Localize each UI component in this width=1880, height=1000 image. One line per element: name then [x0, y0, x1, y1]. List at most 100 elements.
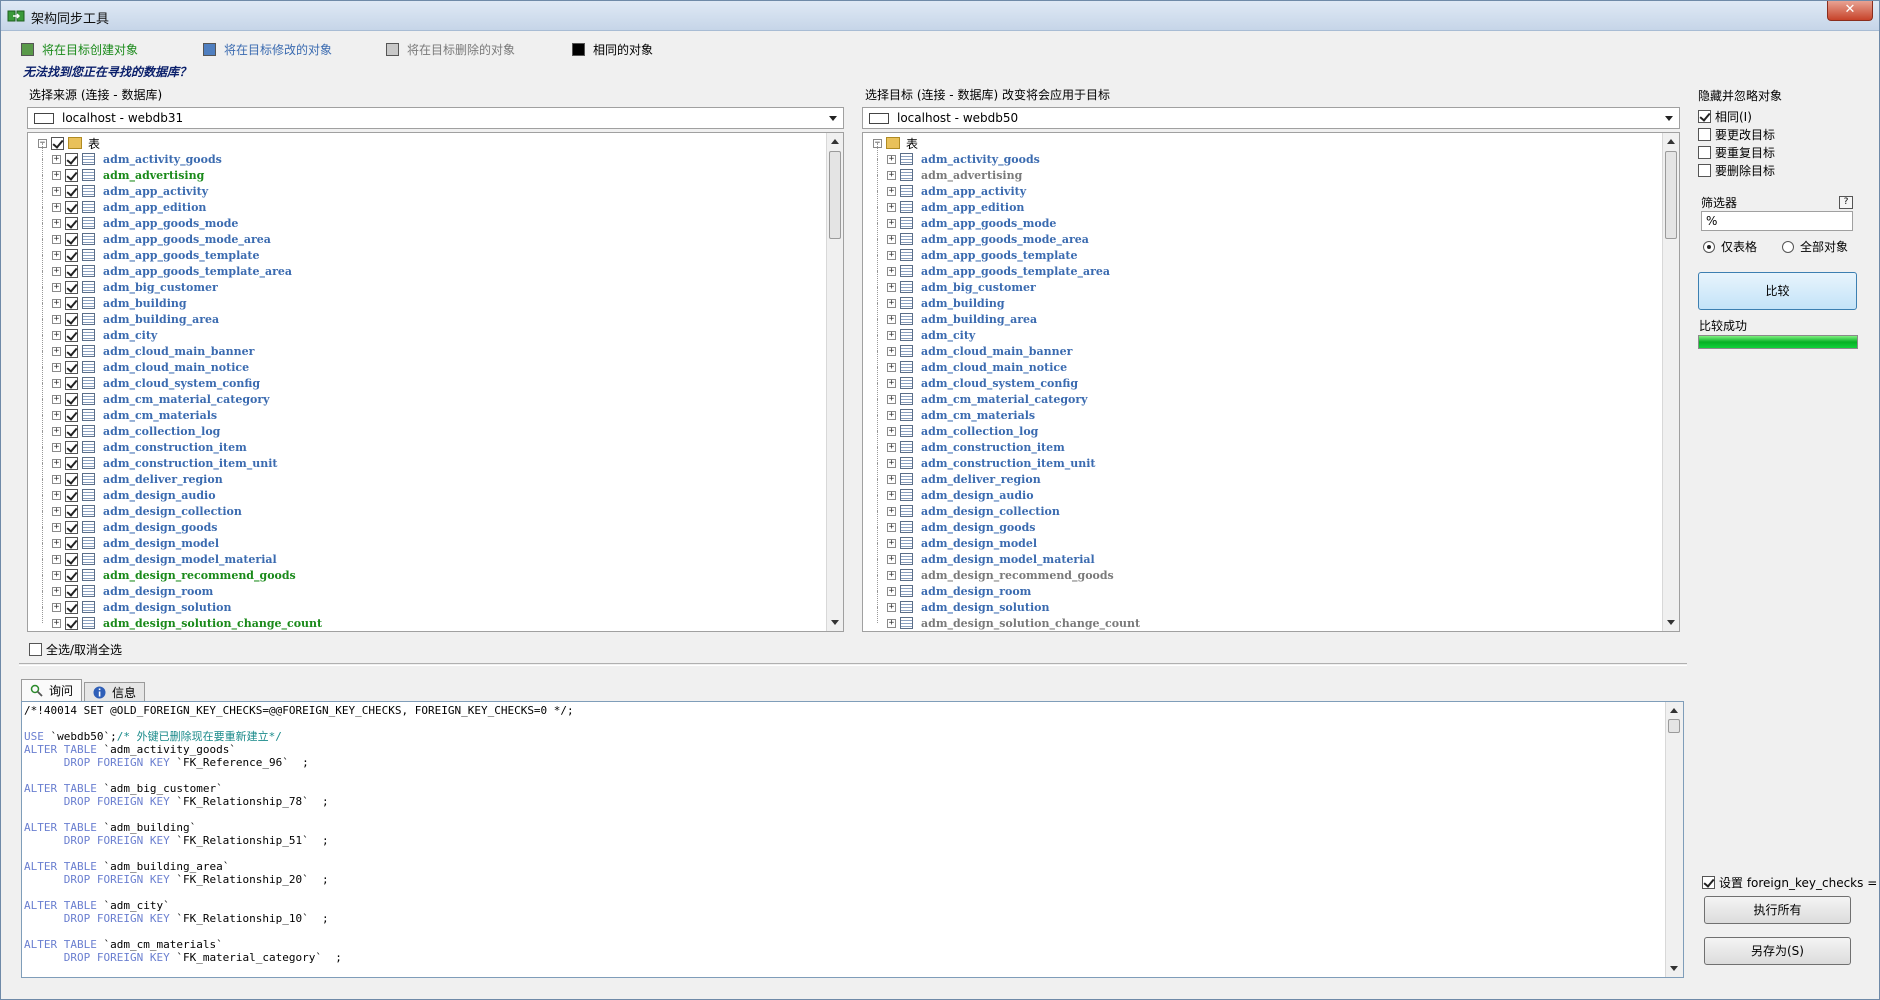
tree-row[interactable]: + adm_design_solution_change_count [863, 607, 1661, 631]
expand-icon[interactable]: + [52, 234, 61, 244]
tree-row[interactable]: + adm_city [28, 319, 825, 343]
scroll-up-icon[interactable] [831, 139, 839, 144]
target-tree[interactable]: − 表 + adm_activity_goods + adm_advertising +… [862, 132, 1680, 632]
tree-row[interactable]: + adm_design_solution_change_count [28, 607, 825, 631]
tree-row[interactable]: + adm_building_area [863, 303, 1661, 327]
expand-icon[interactable]: + [887, 554, 896, 564]
expand-icon[interactable]: + [52, 154, 61, 164]
tree-row[interactable]: + adm_app_activity [863, 175, 1661, 199]
tree-row[interactable]: + adm_cloud_main_notice [28, 351, 825, 375]
tree-row[interactable]: + adm_design_goods [28, 511, 825, 535]
expand-icon[interactable]: + [52, 250, 61, 260]
expand-icon[interactable]: + [887, 522, 896, 532]
expand-icon[interactable]: + [887, 602, 896, 612]
select-all[interactable]: 全选/取消全选 [29, 641, 122, 658]
tree-row[interactable]: + adm_deliver_region [863, 463, 1661, 487]
scroll-down-icon[interactable] [831, 620, 839, 625]
expand-icon[interactable]: + [52, 602, 61, 612]
tree-row[interactable]: + adm_big_customer [863, 271, 1661, 295]
row-checkbox[interactable] [65, 264, 78, 278]
row-checkbox[interactable] [65, 296, 78, 310]
tree-row[interactable]: + adm_design_model_material [28, 543, 825, 567]
row-checkbox[interactable] [65, 600, 78, 614]
source-connection-select[interactable]: localhost - webdb31 [27, 107, 844, 129]
tree-row[interactable]: + adm_building_area [28, 303, 825, 327]
tree-row[interactable]: + adm_cloud_system_config [28, 367, 825, 391]
tree-row[interactable]: + adm_app_edition [863, 191, 1661, 215]
expand-icon[interactable]: + [52, 170, 61, 180]
expand-icon[interactable]: + [887, 266, 896, 276]
filter-input[interactable]: % [1701, 211, 1853, 231]
tree-row[interactable]: + adm_design_collection [863, 495, 1661, 519]
row-checkbox[interactable] [65, 184, 78, 198]
fk-checks-checkbox[interactable] [1702, 876, 1715, 889]
tree-row[interactable]: + adm_design_recommend_goods [28, 559, 825, 583]
expand-icon[interactable]: + [887, 154, 896, 164]
tree-row[interactable]: + adm_app_goods_template_area [28, 255, 825, 279]
tree-row[interactable]: + adm_design_room [863, 575, 1661, 599]
chevron-down-icon[interactable] [1665, 116, 1673, 121]
title-bar[interactable]: 架构同步工具 ✕ [1, 1, 1879, 31]
hide-option[interactable]: 相同(I) [1698, 107, 1858, 125]
expand-icon[interactable]: + [52, 474, 61, 484]
expand-icon[interactable]: + [52, 458, 61, 468]
row-checkbox[interactable] [65, 280, 78, 294]
radio-tables-icon[interactable] [1703, 240, 1715, 253]
expand-icon[interactable]: + [887, 346, 896, 356]
tree-row[interactable]: + adm_building [28, 287, 825, 311]
expand-icon[interactable]: + [52, 202, 61, 212]
tree-row[interactable]: + adm_design_audio [863, 479, 1661, 503]
expand-icon[interactable]: + [52, 314, 61, 324]
scroll-down-icon[interactable] [1667, 620, 1675, 625]
tree-row[interactable]: + adm_design_model_material [863, 543, 1661, 567]
hide-option-checkbox[interactable] [1698, 109, 1711, 123]
expand-icon[interactable]: + [52, 538, 61, 548]
tree-row[interactable]: + adm_cm_material_category [863, 383, 1661, 407]
sql-scrollbar[interactable] [1665, 702, 1683, 977]
tab-info[interactable]: 信息 [84, 682, 146, 701]
tree-row[interactable]: + adm_app_goods_template [28, 239, 825, 263]
tree-row[interactable]: + adm_cloud_main_banner [863, 335, 1661, 359]
expand-icon[interactable]: + [52, 218, 61, 228]
source-tree[interactable]: − 表 + adm_activity_goods + adm_advertising +… [27, 132, 844, 632]
scroll-thumb[interactable] [1665, 151, 1677, 239]
hide-option[interactable]: 要删除目标 [1698, 161, 1858, 179]
expand-icon[interactable]: + [887, 570, 896, 580]
tree-row[interactable]: + adm_design_room [28, 575, 825, 599]
find-database-link[interactable]: 无法找到您正在寻找的数据库？ [23, 63, 191, 80]
tab-query[interactable]: 询问 [21, 679, 83, 701]
tree-row[interactable]: + adm_city [863, 319, 1661, 343]
tree-row[interactable]: + adm_app_edition [28, 191, 825, 215]
row-checkbox[interactable] [65, 392, 78, 406]
tree-row[interactable]: + adm_design_model [863, 527, 1661, 551]
tree-row[interactable]: + adm_app_goods_mode [863, 207, 1661, 231]
help-icon[interactable]: ? [1839, 196, 1853, 209]
scroll-thumb[interactable] [829, 151, 841, 239]
expand-icon[interactable]: + [887, 298, 896, 308]
expand-icon[interactable]: + [887, 410, 896, 420]
row-checkbox[interactable] [65, 328, 78, 342]
expand-icon[interactable]: + [52, 298, 61, 308]
tree-row[interactable]: + adm_collection_log [863, 415, 1661, 439]
chevron-down-icon[interactable] [829, 116, 837, 121]
expand-icon[interactable]: + [887, 282, 896, 292]
expand-icon[interactable]: + [887, 362, 896, 372]
target-connection-select[interactable]: localhost - webdb50 [862, 107, 1680, 129]
expand-icon[interactable]: + [52, 282, 61, 292]
expand-icon[interactable]: + [887, 186, 896, 196]
execute-all-button[interactable]: 执行所有 [1704, 896, 1851, 924]
tree-row[interactable]: + adm_activity_goods [28, 143, 825, 167]
scroll-thumb[interactable] [1668, 719, 1680, 733]
expand-icon[interactable]: + [887, 314, 896, 324]
expand-icon[interactable]: + [887, 330, 896, 340]
sql-editor[interactable]: /*!40014 SET @OLD_FOREIGN_KEY_CHECKS=@@F… [21, 701, 1684, 978]
row-checkbox[interactable] [65, 360, 78, 374]
tree-row[interactable]: + adm_construction_item_unit [863, 447, 1661, 471]
expand-icon[interactable]: + [887, 234, 896, 244]
row-checkbox[interactable] [65, 376, 78, 390]
tree-row[interactable]: + adm_construction_item [28, 431, 825, 455]
fk-checks-option[interactable]: 设置 foreign_key_checks = [1702, 874, 1877, 891]
tree-row[interactable]: + adm_app_activity [28, 175, 825, 199]
row-checkbox[interactable] [65, 344, 78, 358]
close-button[interactable]: ✕ [1827, 1, 1873, 21]
